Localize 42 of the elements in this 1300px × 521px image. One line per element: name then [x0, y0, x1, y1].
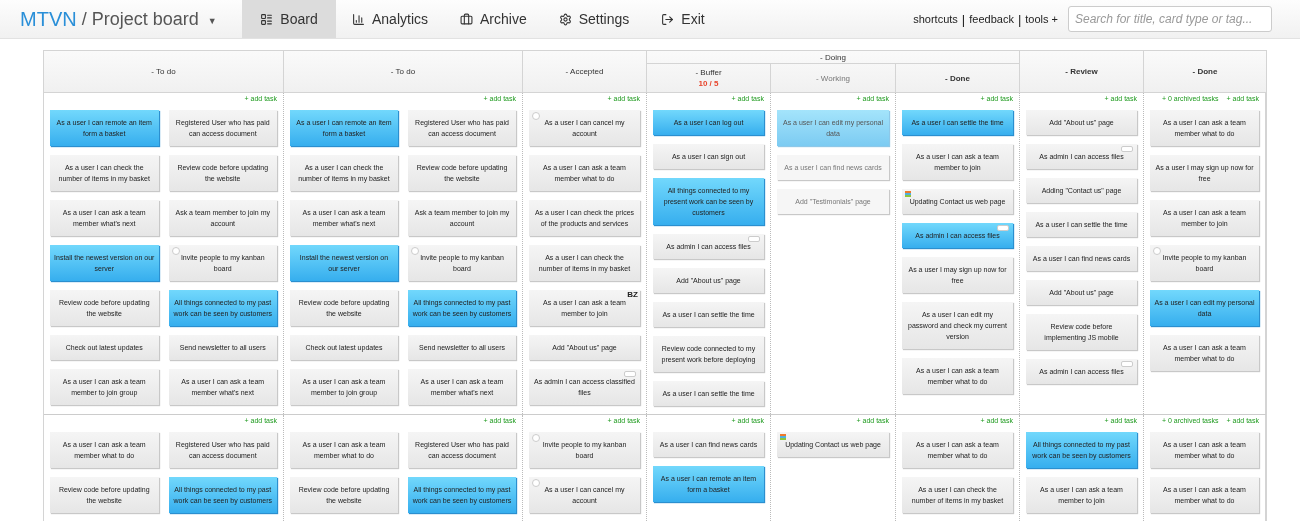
column-header: - To do — [151, 67, 176, 76]
wip-limit: 10 / 5 — [698, 79, 719, 88]
flag-icon — [780, 434, 786, 440]
tag-icon — [997, 225, 1009, 231]
header-link[interactable]: tools + — [1025, 13, 1058, 25]
header-link[interactable]: shortcuts — [913, 13, 958, 25]
column-header: - Accepted — [565, 67, 604, 76]
nav-tab[interactable]: Exit — [645, 0, 721, 38]
pin-icon — [1153, 247, 1161, 255]
tag-icon — [1121, 146, 1133, 152]
card-tag-label: BZ — [627, 290, 638, 299]
flag-icon — [905, 191, 911, 197]
tag-icon — [624, 371, 636, 377]
column-header: - Done — [945, 73, 970, 83]
pin-icon — [411, 247, 419, 255]
bar-chart-icon — [352, 12, 365, 26]
nav-tab[interactable]: Analytics — [336, 0, 445, 38]
nav-tab[interactable]: Archive — [444, 0, 543, 38]
briefcase-icon — [460, 12, 474, 26]
tag-icon — [1121, 361, 1133, 367]
caret-icon[interactable]: ▼ — [207, 15, 217, 26]
column-header: - Buffer — [695, 68, 722, 77]
nav-tab[interactable]: Settings — [542, 0, 646, 38]
exit-icon — [661, 12, 675, 26]
pin-icon — [532, 112, 540, 120]
link-separator: | — [961, 11, 966, 27]
search-field[interactable]: Search for title, card type or tag... — [1068, 6, 1272, 32]
header-link[interactable]: feedback — [969, 13, 1014, 25]
column-header: - Working — [815, 73, 851, 83]
column-header: - To do — [390, 67, 416, 76]
nav-tab[interactable]: Board — [242, 0, 336, 38]
link-separator: | — [1017, 11, 1022, 27]
pin-icon — [532, 479, 540, 487]
column-header: - Done — [1192, 67, 1218, 76]
pin-icon — [532, 434, 540, 442]
board-title[interactable]: / Project board — [81, 8, 199, 30]
column-header: - Review — [1065, 67, 1098, 76]
pin-icon — [171, 247, 180, 255]
list-icon — [260, 12, 274, 26]
column-group-header: - Doing — [820, 52, 846, 62]
tag-icon — [748, 236, 760, 242]
settings-icon — [558, 12, 572, 26]
